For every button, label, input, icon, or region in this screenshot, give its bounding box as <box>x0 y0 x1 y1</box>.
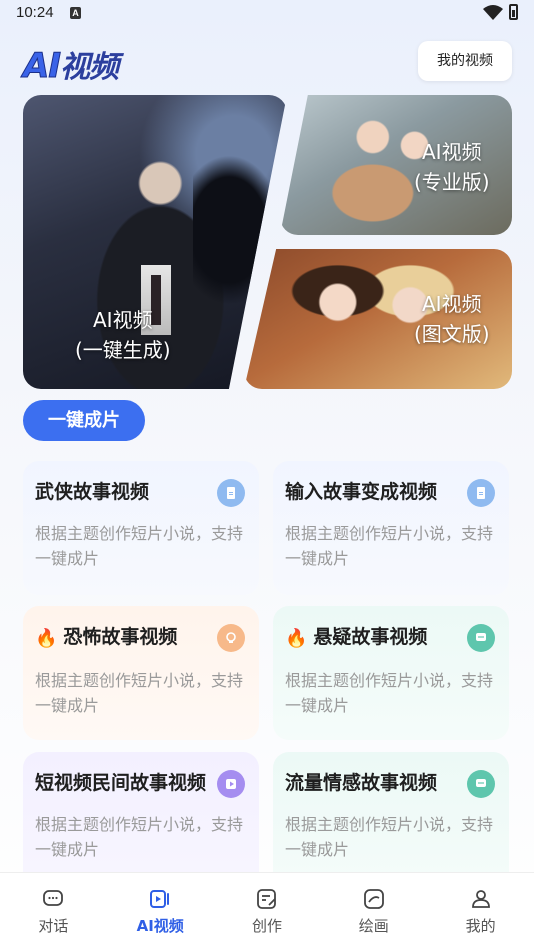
my-videos-button[interactable]: 我的视频 <box>418 41 512 81</box>
chat-icon <box>467 770 495 798</box>
story-card[interactable]: 短视频民间故事视频 根据主题创作短片小说，支持一键成片 <box>23 752 259 892</box>
user-icon <box>471 890 490 908</box>
battery-icon <box>509 4 518 20</box>
card-title: 武侠故事视频 <box>35 481 150 503</box>
card-desc: 根据主题创作短片小说，支持一键成片 <box>285 671 494 715</box>
card-desc: 根据主题创作短片小说，支持一键成片 <box>35 524 244 568</box>
card-title: 输入故事变成视频 <box>285 481 438 503</box>
card-title: 短视频民间故事视频 <box>35 772 207 794</box>
banner-pro-title: AI视频 (专业版) <box>414 137 490 197</box>
tab-draw[interactable]: 绘画 <box>320 873 427 950</box>
card-title-text: 悬疑故事视频 <box>313 626 428 648</box>
status-time: 10:24 <box>16 4 54 21</box>
tab-create[interactable]: 创作 <box>214 873 321 950</box>
story-card[interactable]: 武侠故事视频 根据主题创作短片小说，支持一键成片 <box>23 461 259 595</box>
story-card[interactable]: 输入故事变成视频 根据主题创作短片小说，支持一键成片 <box>273 461 509 595</box>
document-icon <box>467 479 495 507</box>
notification-icon: A <box>70 7 81 19</box>
document-icon <box>217 479 245 507</box>
banner-line2: (专业版) <box>414 170 490 194</box>
card-title: 🔥 恐怖故事视频 <box>35 622 247 654</box>
chat-bubble-icon <box>43 890 64 906</box>
tab-label: 对话 <box>38 917 69 935</box>
video-icon <box>150 890 170 908</box>
banner-one-click[interactable]: AI视频 (一键生成) <box>23 95 287 389</box>
tab-chat[interactable]: 对话 <box>0 873 107 950</box>
banner-line2: (一键生成) <box>75 338 171 362</box>
app-logo: AI视频 <box>23 42 119 87</box>
chat-icon <box>467 624 495 652</box>
card-desc: 根据主题创作短片小说，支持一键成片 <box>285 815 494 859</box>
bottom-tab-bar: 对话 AI视频 创作 绘画 我的 <box>0 872 534 950</box>
logo-ai-text: AI <box>23 46 62 87</box>
card-desc: 根据主题创作短片小说，支持一键成片 <box>285 524 494 568</box>
card-desc: 根据主题创作短片小说，支持一键成片 <box>35 815 244 859</box>
wifi-icon <box>483 5 503 20</box>
tab-ai-video[interactable]: AI视频 <box>107 873 214 950</box>
card-desc: 根据主题创作短片小说，支持一键成片 <box>35 671 244 715</box>
bulb-icon <box>217 624 245 652</box>
one-click-button[interactable]: 一键成片 <box>23 400 145 441</box>
fire-icon: 🔥 <box>285 628 308 649</box>
banner-line2: (图文版) <box>414 322 490 346</box>
card-title: 🔥 悬疑故事视频 <box>285 622 497 654</box>
draw-icon <box>363 889 384 909</box>
banner-tuwen-title: AI视频 (图文版) <box>414 289 490 349</box>
banner-tuwen[interactable]: AI视频 (图文版) <box>244 249 512 389</box>
banner-pro[interactable]: AI视频 (专业版) <box>280 95 512 235</box>
tab-mine[interactable]: 我的 <box>427 873 534 950</box>
tab-label: 我的 <box>465 917 496 935</box>
tab-label: 绘画 <box>358 917 389 935</box>
fire-icon: 🔥 <box>35 628 58 649</box>
banner-line1: AI视频 <box>422 292 482 316</box>
card-title-text: 恐怖故事视频 <box>63 626 178 648</box>
logo-cn-text: 视频 <box>59 50 119 85</box>
story-card[interactable]: 流量情感故事视频 根据主题创作短片小说，支持一键成片 <box>273 752 509 892</box>
tab-label: AI视频 <box>136 917 184 935</box>
edit-icon <box>257 889 276 909</box>
story-card[interactable]: 🔥 恐怖故事视频 根据主题创作短片小说，支持一键成片 <box>23 606 259 740</box>
banner-line1: AI视频 <box>422 140 482 164</box>
story-card[interactable]: 🔥 悬疑故事视频 根据主题创作短片小说，支持一键成片 <box>273 606 509 740</box>
play-icon <box>217 770 245 798</box>
card-title: 流量情感故事视频 <box>285 772 438 794</box>
status-bar: 10:24 A <box>0 0 534 28</box>
banner-line1: AI视频 <box>93 308 153 332</box>
tab-label: 创作 <box>251 917 282 935</box>
banner-one-click-title: AI视频 (一键生成) <box>75 305 171 365</box>
